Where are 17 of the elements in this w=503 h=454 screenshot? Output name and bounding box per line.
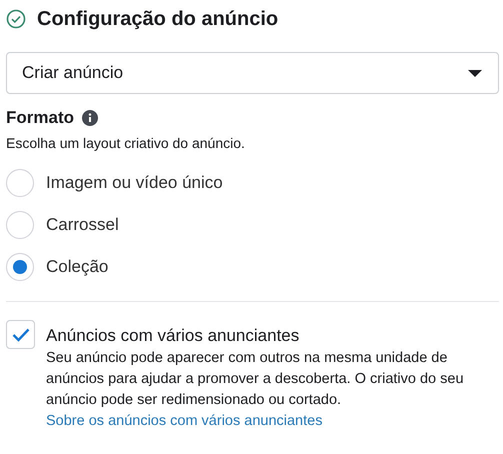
option-label: Imagem ou vídeo único [46, 173, 223, 193]
checkmark-icon [12, 327, 30, 342]
learn-more-link[interactable]: Sobre os anúncios com vários anunciantes [46, 413, 322, 429]
checkbox[interactable] [6, 320, 35, 349]
format-description: Escolha um layout criativo do anúncio. [6, 135, 246, 151]
checkbox-description: Seu anúncio pode aparecer com outros na mesma unidade de anúncios para ajudar a promover a descoberta. O criativo do seu anúncio pode ser redimensionado ou cortado. Sobre os anúncios com vários anunciantes [46, 349, 465, 431]
caret-icon [468, 70, 482, 76]
option-label: Carrossel [46, 215, 119, 235]
radio-button[interactable] [6, 253, 34, 281]
radio-button[interactable] [6, 211, 34, 239]
info-icon [82, 110, 98, 126]
radio-button[interactable] [6, 169, 34, 197]
format-label: Formato [6, 108, 74, 128]
checkbox-label: Anúncios com vários anunciantes [46, 326, 300, 346]
option-label: Coleção [46, 257, 108, 277]
dropdown[interactable]: Criar anúncio [6, 52, 499, 94]
section-title: Configuração do anúncio [37, 8, 278, 30]
